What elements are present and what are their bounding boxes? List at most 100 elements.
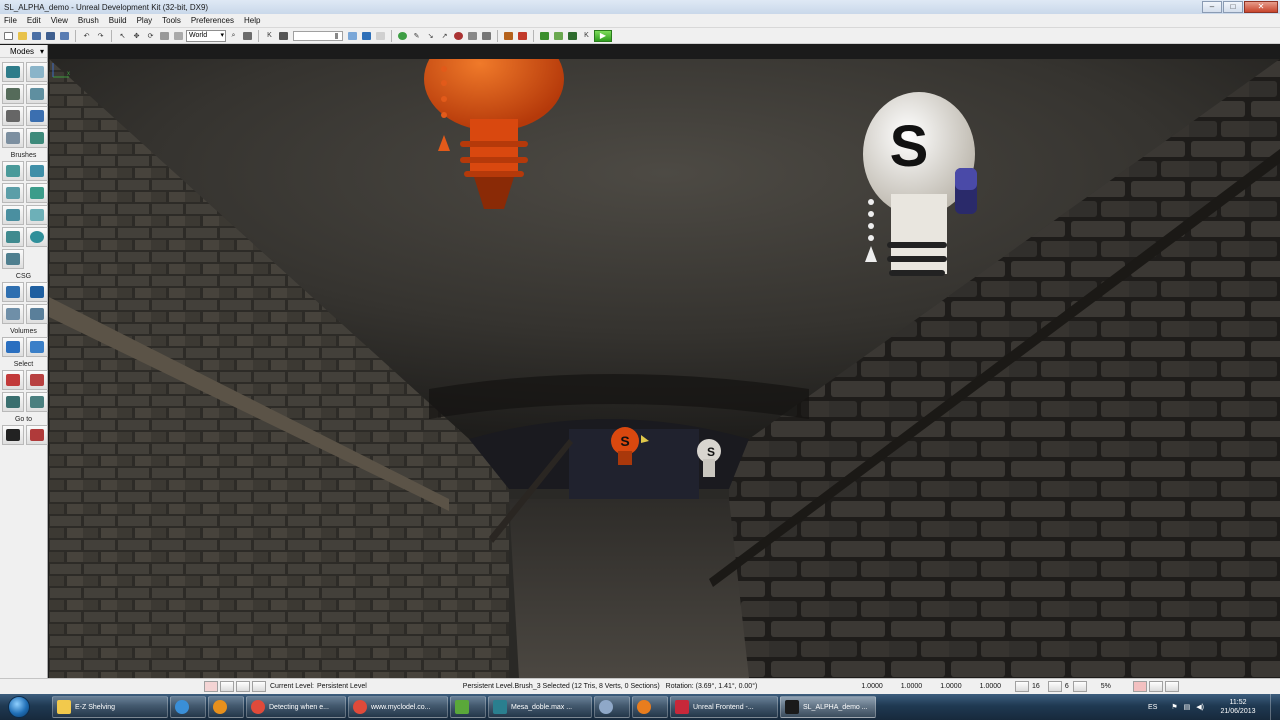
volumetric-brush-button[interactable] xyxy=(2,249,24,269)
minimize-button[interactable]: – xyxy=(1202,1,1222,13)
menu-file[interactable]: File xyxy=(4,16,17,25)
task-skype[interactable] xyxy=(594,696,630,718)
lighting-icon[interactable] xyxy=(374,30,387,42)
scale-nonuniform-icon[interactable] xyxy=(172,30,185,42)
add-volume-button[interactable] xyxy=(2,337,24,357)
close-button[interactable]: ✕ xyxy=(1244,1,1278,13)
save-icon[interactable] xyxy=(30,30,43,42)
sphere-brush-button[interactable] xyxy=(26,227,48,247)
find-icon[interactable]: ⌕ xyxy=(227,30,240,42)
maximize-button[interactable]: □ xyxy=(1223,1,1243,13)
drag-grid-x[interactable]: 1.0000 xyxy=(861,683,882,690)
drag-slider[interactable] xyxy=(293,30,343,41)
undo-icon[interactable]: ↶ xyxy=(80,30,93,42)
vertex-snap-icon[interactable] xyxy=(1148,681,1163,692)
terrain-mode-button[interactable] xyxy=(2,84,24,104)
browser-icon[interactable] xyxy=(241,30,254,42)
task-media-player[interactable] xyxy=(208,696,244,718)
warning-icon[interactable] xyxy=(236,681,250,692)
build-all-icon[interactable] xyxy=(452,30,465,42)
select-none-button[interactable] xyxy=(26,392,48,412)
goto-builder-brush-button[interactable] xyxy=(26,425,48,445)
kismet-debug-icon[interactable]: K xyxy=(580,30,593,42)
menu-preferences[interactable]: Preferences xyxy=(191,16,234,25)
spiral-stair-button[interactable] xyxy=(2,227,24,247)
csg-add-button[interactable] xyxy=(2,282,24,302)
build-cover-icon[interactable]: ↗ xyxy=(438,30,451,42)
camera-mode-button[interactable] xyxy=(2,62,24,82)
play-on-pc-icon[interactable] xyxy=(552,30,565,42)
texture-align-button[interactable] xyxy=(26,84,48,104)
scale-tool-icon[interactable] xyxy=(158,30,171,42)
menu-edit[interactable]: Edit xyxy=(27,16,41,25)
map-check-icon[interactable] xyxy=(220,681,234,692)
content-browser-icon[interactable] xyxy=(502,30,515,42)
autosave-icon[interactable] xyxy=(1132,681,1147,692)
play-button[interactable]: ▶ xyxy=(594,29,612,42)
task-ie[interactable] xyxy=(170,696,206,718)
show-selected-button[interactable] xyxy=(2,370,24,390)
play-on-console-icon[interactable] xyxy=(566,30,579,42)
lighting-quality-icon[interactable] xyxy=(480,30,493,42)
build-geometry-icon[interactable] xyxy=(396,30,409,42)
network-icon[interactable]: ▤ xyxy=(1184,703,1191,711)
coordinate-system-dropdown[interactable]: World xyxy=(186,29,226,42)
flag-icon[interactable]: ⚑ xyxy=(1171,703,1177,711)
level-browser-icon[interactable] xyxy=(252,681,266,692)
drag-grid-w[interactable]: 1.0000 xyxy=(980,683,1001,690)
menu-brush[interactable]: Brush xyxy=(78,16,99,25)
build-options-icon[interactable] xyxy=(466,30,479,42)
csg-subtract-button[interactable] xyxy=(26,282,48,302)
linear-stair-button[interactable] xyxy=(2,205,24,225)
goto-actor-button[interactable] xyxy=(2,425,24,445)
kismet-icon[interactable]: K xyxy=(263,30,276,42)
realtime-icon[interactable] xyxy=(360,30,373,42)
redo-icon[interactable]: ↷ xyxy=(94,30,107,42)
save-all-icon[interactable] xyxy=(44,30,57,42)
cylinder-brush-button[interactable] xyxy=(26,183,48,203)
mobile-preview-icon[interactable] xyxy=(516,30,529,42)
rotate-tool-icon[interactable]: ⟳ xyxy=(144,30,157,42)
menu-view[interactable]: View xyxy=(51,16,68,25)
csg-intersect-button[interactable] xyxy=(2,304,24,324)
build-lighting-icon[interactable]: ✎ xyxy=(410,30,423,42)
start-button[interactable] xyxy=(0,694,38,720)
select-inverse-button[interactable] xyxy=(2,392,24,412)
menu-help[interactable]: Help xyxy=(244,16,260,25)
coverpoint-mode-button[interactable] xyxy=(26,128,48,148)
sheet-brush-button[interactable] xyxy=(26,205,48,225)
language-indicator[interactable]: ES xyxy=(1148,704,1157,711)
task-unreal-frontend[interactable]: Unreal Frontend -... xyxy=(670,696,778,718)
task-udk-active[interactable]: SL_ALPHA_demo ... xyxy=(780,696,876,718)
build-paths-icon[interactable]: ↘ xyxy=(424,30,437,42)
rotation-snap-icon[interactable] xyxy=(1047,681,1062,692)
scale-snap[interactable]: 5% xyxy=(1101,683,1111,690)
new-icon[interactable] xyxy=(2,30,15,42)
select-tool-icon[interactable]: ↖ xyxy=(116,30,129,42)
grid-size[interactable]: 16 xyxy=(1032,683,1040,690)
curved-stair-button[interactable] xyxy=(2,183,24,203)
task-ez-shelving[interactable]: E-Z Shelving xyxy=(52,696,168,718)
menu-tools[interactable]: Tools xyxy=(162,16,181,25)
play-in-viewport-icon[interactable] xyxy=(538,30,551,42)
task-chrome-myclodel[interactable]: www.myclodel.co... xyxy=(348,696,448,718)
task-chrome-detecting[interactable]: Detecting when e... xyxy=(246,696,346,718)
volume-icon[interactable]: ◀) xyxy=(1196,703,1204,711)
geometry-mode-button[interactable] xyxy=(26,62,48,82)
hide-selected-button[interactable] xyxy=(26,370,48,390)
grid-toggle-icon[interactable] xyxy=(1015,681,1030,692)
task-blender[interactable] xyxy=(632,696,668,718)
csg-deintersect-button[interactable] xyxy=(26,304,48,324)
mesh-paint-button[interactable] xyxy=(2,106,24,126)
foliage-mode-button[interactable] xyxy=(26,106,48,126)
save-current-icon[interactable] xyxy=(58,30,71,42)
error-icon[interactable] xyxy=(204,681,218,692)
task-notepad[interactable] xyxy=(450,696,486,718)
chevron-down-icon[interactable]: ▾ xyxy=(40,47,44,56)
scale-snap-toggle-icon[interactable] xyxy=(1072,681,1087,692)
drag-grid-z[interactable]: 1.0000 xyxy=(940,683,961,690)
cube-brush-button[interactable] xyxy=(2,161,24,181)
clock[interactable]: 11:52 21/06/2013 xyxy=(1210,698,1266,716)
cone-brush-button[interactable] xyxy=(26,161,48,181)
perspective-viewport[interactable]: S S S x xyxy=(49,59,1280,678)
